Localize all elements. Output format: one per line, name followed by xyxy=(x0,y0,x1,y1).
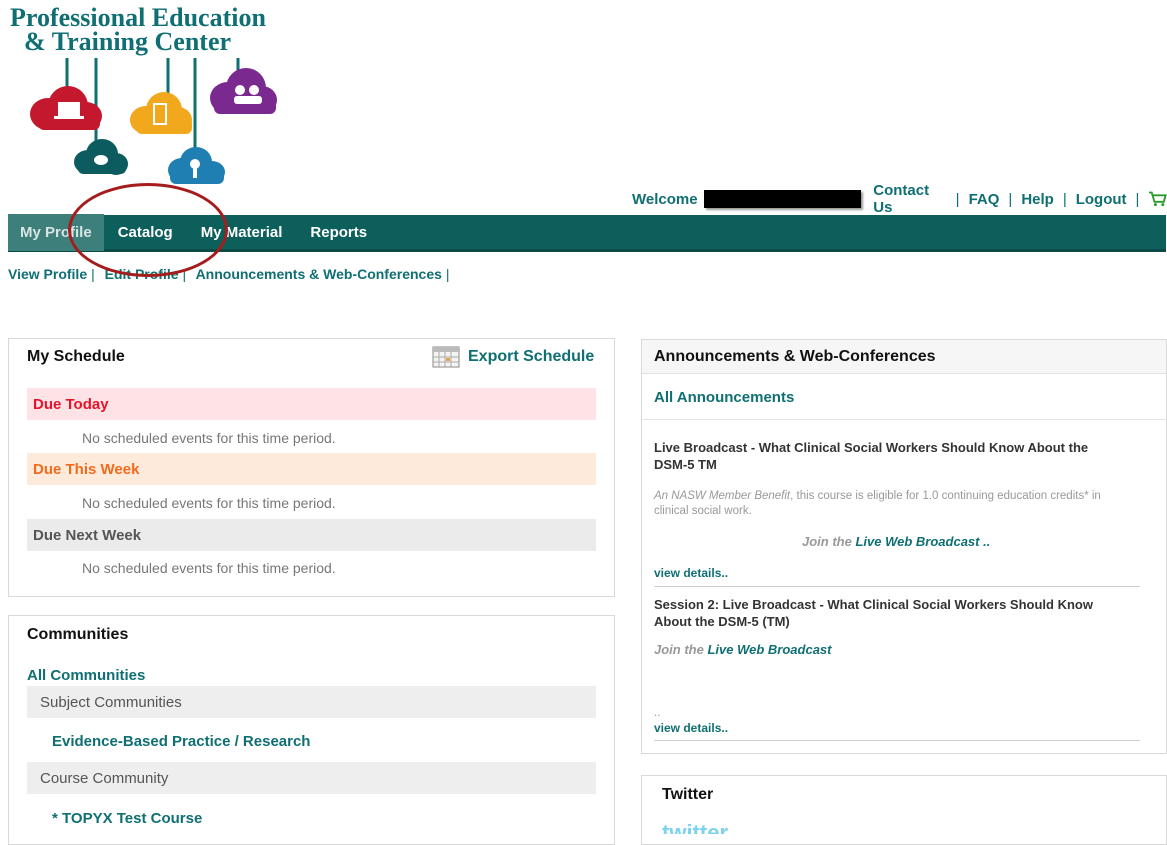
evidence-based-practice-link[interactable]: Evidence-Based Practice / Research xyxy=(52,733,310,750)
announcements-divider xyxy=(642,419,1166,420)
logo-line-2: & Training Center xyxy=(24,27,232,56)
topyx-test-course-link[interactable]: * TOPYX Test Course xyxy=(52,810,202,827)
export-schedule-label: Export Schedule xyxy=(468,348,595,365)
live-web-broadcast-link-1[interactable]: Live Web Broadcast xyxy=(855,534,979,549)
sub-nav: View Profile | Edit Profile | Announcement… xyxy=(8,266,450,282)
teal-cloud-chat-icon xyxy=(74,139,128,175)
cart-icon[interactable] xyxy=(1148,190,1167,208)
edit-profile-link[interactable]: Edit Profile xyxy=(105,266,179,282)
communities-title: Communities xyxy=(27,626,129,643)
main-nav: My Profile Catalog My Material Reports xyxy=(8,213,1166,252)
nav-catalog[interactable]: Catalog xyxy=(104,214,187,251)
logout-link[interactable]: Logout xyxy=(1076,191,1127,208)
all-announcements-link[interactable]: All Announcements xyxy=(654,389,794,406)
due-this-week-empty: No scheduled events for this time period… xyxy=(82,495,336,511)
due-today-empty: No scheduled events for this time period… xyxy=(82,430,336,446)
due-today-row: Due Today xyxy=(27,388,596,420)
live-web-broadcast-link-2[interactable]: Live Web Broadcast xyxy=(707,642,831,657)
contact-us-link[interactable]: Contact Us xyxy=(873,182,946,216)
welcome-bar: Welcome Contact Us | FAQ | Help | Logout | xyxy=(632,182,1167,216)
announcement-bottom-separator xyxy=(654,740,1140,741)
view-details-link-2[interactable]: view details.. xyxy=(654,721,728,735)
twitter-logo: twitter xyxy=(662,820,728,834)
help-link[interactable]: Help xyxy=(1021,191,1054,208)
course-community-row: Course Community xyxy=(27,762,596,794)
calendar-icon xyxy=(432,346,460,368)
nav-reports[interactable]: Reports xyxy=(296,214,381,251)
subject-communities-row: Subject Communities xyxy=(27,686,596,718)
view-profile-link[interactable]: View Profile xyxy=(8,266,87,282)
due-this-week-row: Due This Week xyxy=(27,453,596,485)
twitter-panel xyxy=(641,775,1167,845)
nav-my-profile[interactable]: My Profile xyxy=(8,213,104,251)
welcome-text: Welcome xyxy=(632,190,698,208)
view-details-link-1[interactable]: view details.. xyxy=(654,566,728,580)
export-schedule-button[interactable]: Export Schedule xyxy=(432,346,594,368)
announcements-header: Announcements & Web-Conferences xyxy=(642,340,1166,374)
schedule-title: My Schedule xyxy=(27,348,125,365)
blue-cloud-mic-icon xyxy=(168,147,225,184)
site-logo-title: Professional Education & Training Center xyxy=(10,5,310,56)
announcements-link[interactable]: Announcements & Web-Conferences xyxy=(196,266,442,282)
announcements-title: Announcements & Web-Conferences xyxy=(654,347,936,365)
purple-cloud-people-icon xyxy=(210,68,277,114)
redacted-username xyxy=(703,190,862,208)
due-next-week-empty: No scheduled events for this time period… xyxy=(82,560,336,576)
red-cloud-laptop-icon xyxy=(30,86,102,130)
faq-link[interactable]: FAQ xyxy=(969,191,1000,208)
announcement-separator xyxy=(654,586,1140,587)
yellow-cloud-devices-icon xyxy=(130,92,192,134)
twitter-title: Twitter xyxy=(662,786,714,803)
logo-clouds-art xyxy=(30,58,277,184)
nav-my-material[interactable]: My Material xyxy=(187,214,297,251)
announcement-2-title[interactable]: Session 2: Live Broadcast - What Clinica… xyxy=(654,596,1124,630)
all-communities-link[interactable]: All Communities xyxy=(27,667,145,684)
member-benefit-text: An NASW Member Benefit xyxy=(654,490,791,502)
due-next-week-row: Due Next Week xyxy=(27,519,596,551)
announcement-1-title[interactable]: Live Broadcast - What Clinical Social Wo… xyxy=(654,439,1124,473)
announcement-1-join: Join the Live Web Broadcast .. xyxy=(802,534,991,549)
announcement-2-join: Join the Live Web Broadcast xyxy=(654,642,832,657)
announcement-2-dots: .. xyxy=(654,707,661,719)
announcement-1-body: An NASW Member Benefit, this course is e… xyxy=(654,489,1124,519)
